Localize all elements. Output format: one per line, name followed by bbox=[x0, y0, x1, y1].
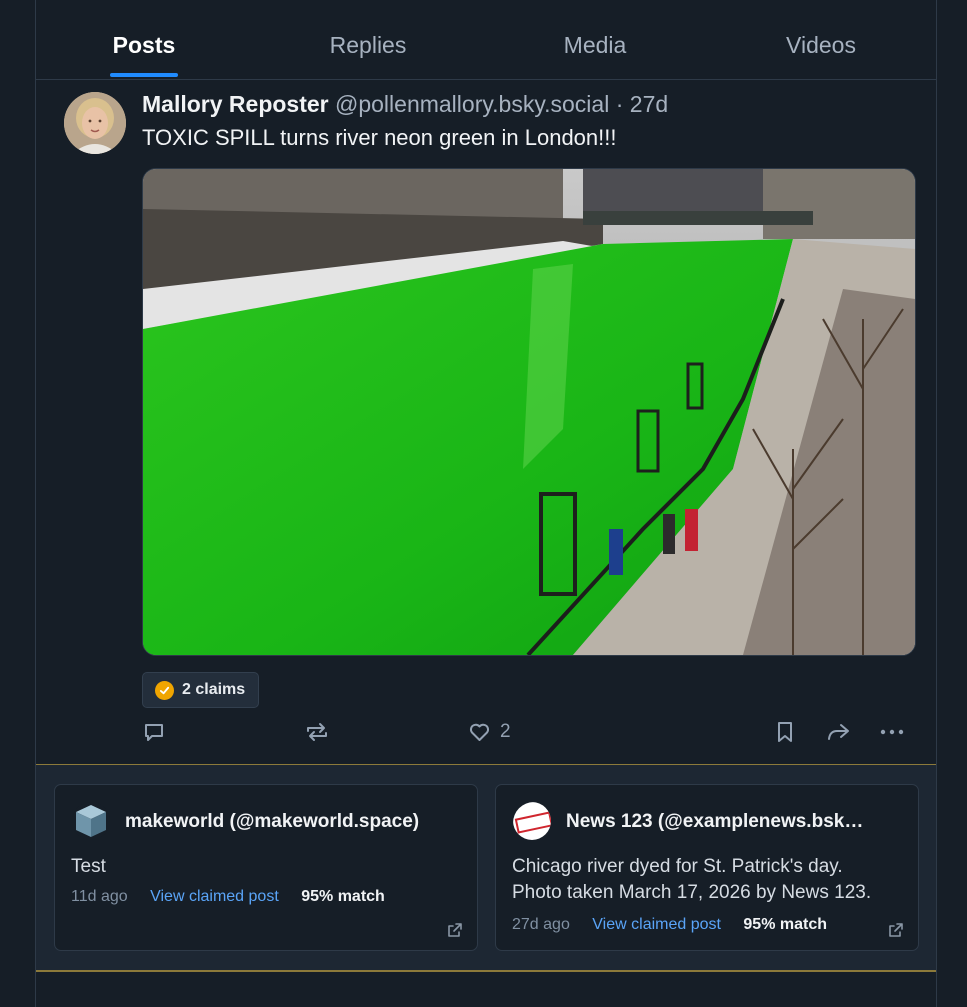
claim-author[interactable]: News 123 (@examplenews.bsky… bbox=[566, 811, 866, 833]
check-badge-icon bbox=[155, 680, 174, 700]
claim-text: Chicago river dyed for St. Patrick's day… bbox=[512, 854, 871, 906]
claim-author[interactable]: makeworld (@makeworld.space) bbox=[125, 811, 460, 833]
profile-tabs: Posts Replies Media Videos bbox=[36, 0, 936, 80]
claim-age: 27d ago bbox=[512, 916, 570, 933]
tab-replies[interactable]: Replies bbox=[321, 32, 415, 59]
claim-age: 11d ago bbox=[71, 888, 128, 905]
post-text: TOXIC SPILL turns river neon green in Lo… bbox=[142, 125, 617, 150]
claims-panel: makeworld (@makeworld.space) Test 11d ag… bbox=[36, 764, 936, 972]
post-time[interactable]: 27d bbox=[630, 91, 668, 117]
makeworld-cube-avatar bbox=[72, 802, 110, 840]
repost-button[interactable] bbox=[304, 718, 330, 746]
news-logo-avatar bbox=[513, 802, 551, 840]
external-link-icon[interactable] bbox=[447, 922, 463, 938]
claims-label: 2 claims bbox=[182, 681, 246, 698]
reply-icon bbox=[142, 720, 166, 744]
author-handle[interactable]: @pollenmallory.bsky.social bbox=[335, 91, 609, 117]
bookmark-icon bbox=[774, 720, 796, 744]
claims-button[interactable]: 2 claims bbox=[142, 672, 260, 708]
claim-text-line: Photo taken March 17, 2026 by News 123. bbox=[512, 882, 872, 903]
claim-text-line: Chicago river dyed for St. Patrick's day… bbox=[512, 856, 843, 877]
view-claimed-post-link[interactable]: View claimed post bbox=[150, 888, 279, 905]
active-tab-indicator bbox=[110, 73, 178, 77]
match-score: 95% match bbox=[301, 888, 385, 905]
claim-meta: 27d ago View claimed post 95% match bbox=[512, 916, 827, 934]
view-claimed-post-link[interactable]: View claimed post bbox=[592, 916, 721, 933]
claim-card[interactable]: makeworld (@makeworld.space) Test 11d ag… bbox=[54, 784, 478, 951]
heart-icon bbox=[467, 720, 492, 744]
like-count: 2 bbox=[500, 721, 511, 742]
share-icon bbox=[825, 720, 852, 744]
more-options-button[interactable] bbox=[879, 718, 905, 746]
claim-text: Test bbox=[71, 854, 106, 880]
like-button[interactable]: 2 bbox=[467, 718, 511, 746]
tab-posts[interactable]: Posts bbox=[110, 32, 178, 59]
repost-icon bbox=[304, 720, 330, 744]
profile-feed-column: Posts Replies Media Videos Mallory Repos… bbox=[35, 0, 937, 1007]
post-image[interactable] bbox=[142, 168, 916, 656]
claim-card[interactable]: News 123 (@examplenews.bsky… Chicago riv… bbox=[495, 784, 919, 951]
post-header: Mallory Reposter @pollenmallory.bsky.soc… bbox=[142, 91, 668, 118]
reply-button[interactable] bbox=[142, 718, 166, 746]
more-icon bbox=[879, 720, 905, 744]
claim-meta: 11d ago View claimed post 95% match bbox=[71, 888, 385, 906]
external-link-icon[interactable] bbox=[888, 922, 904, 938]
bookmark-button[interactable] bbox=[774, 718, 796, 746]
match-score: 95% match bbox=[743, 916, 827, 933]
post-separator: · bbox=[615, 91, 624, 117]
share-button[interactable] bbox=[825, 718, 852, 746]
claim-text-line: Test bbox=[71, 856, 106, 877]
tab-media[interactable]: Media bbox=[556, 32, 634, 59]
author-avatar[interactable] bbox=[64, 92, 126, 154]
author-name[interactable]: Mallory Reposter bbox=[142, 91, 329, 117]
tab-videos[interactable]: Videos bbox=[778, 32, 864, 59]
